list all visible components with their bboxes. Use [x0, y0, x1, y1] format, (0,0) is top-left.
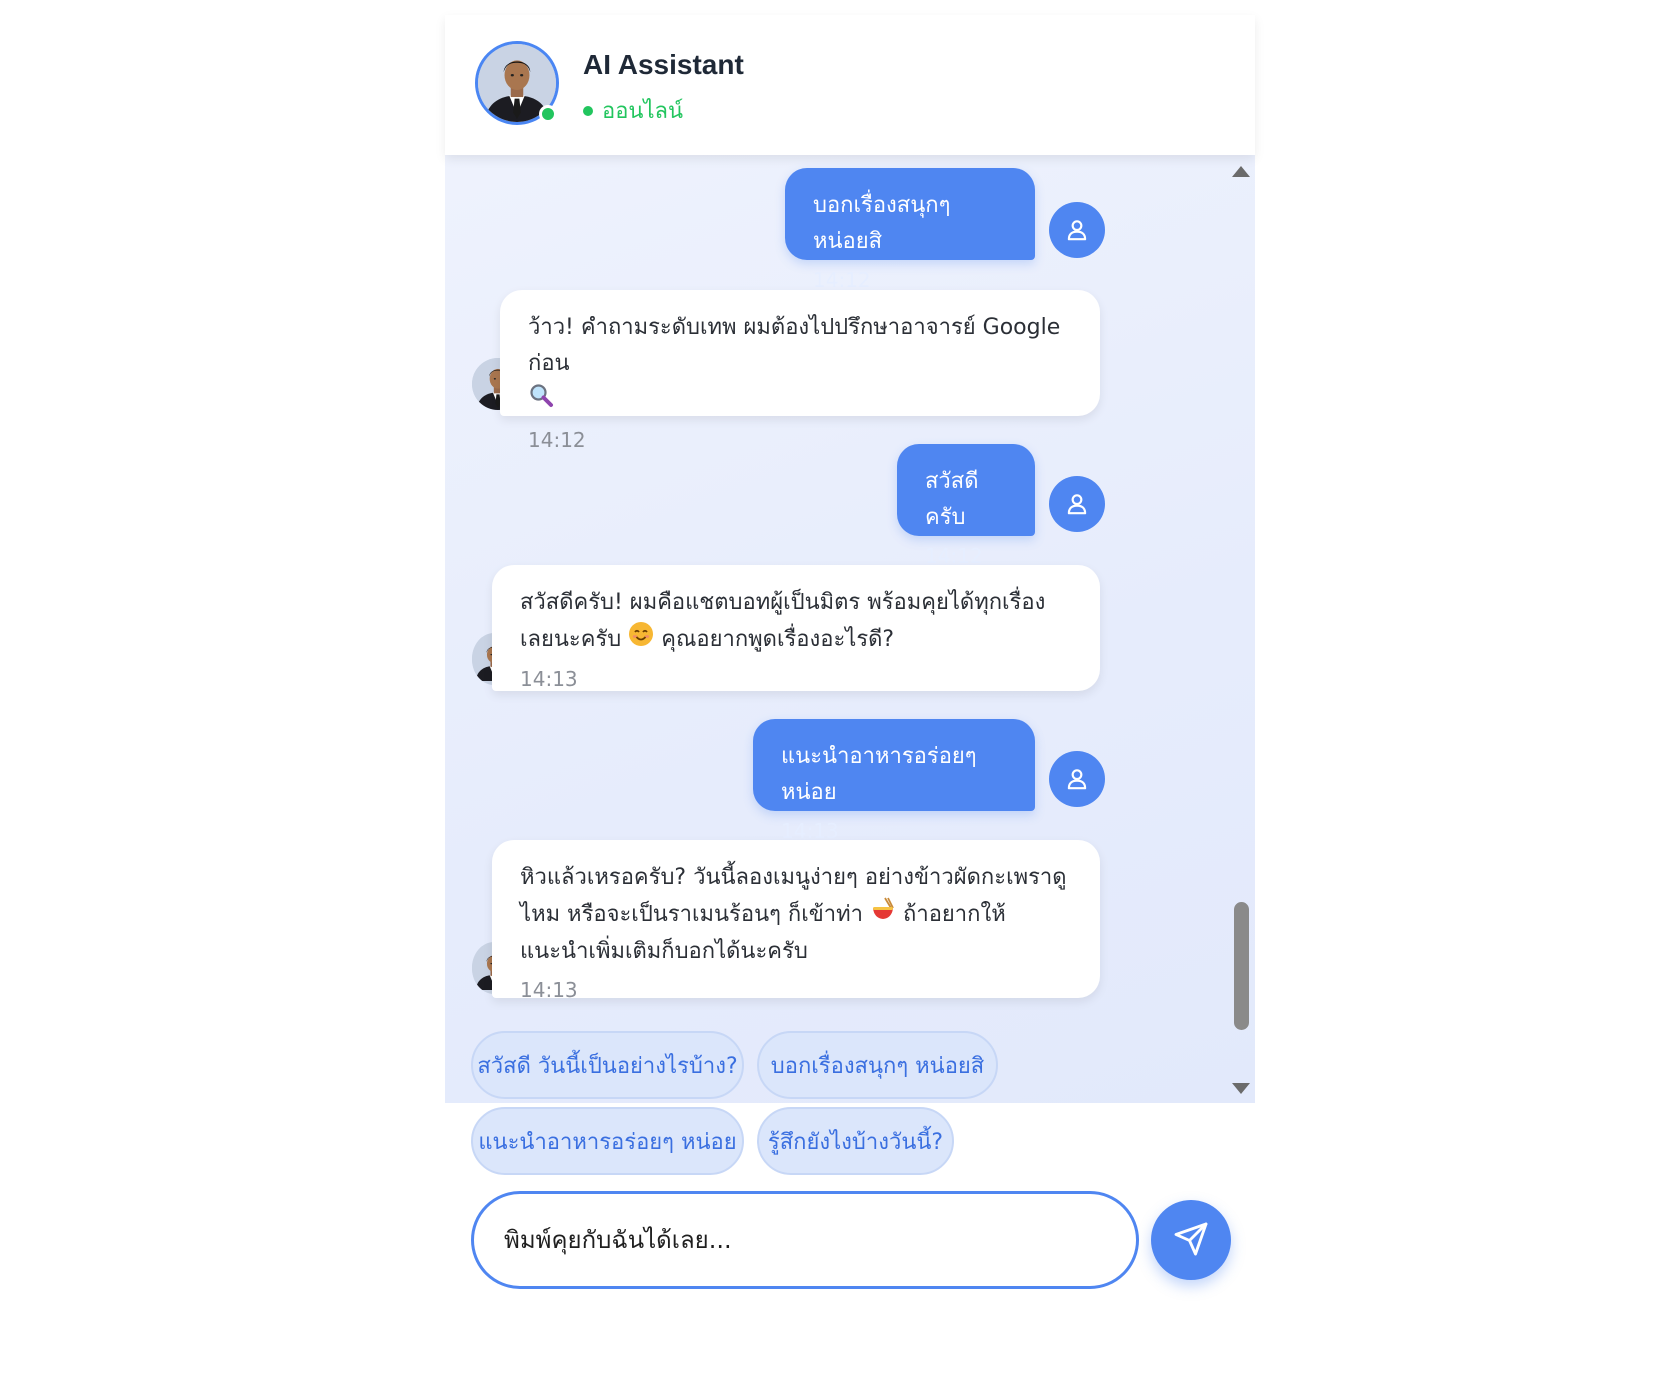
message-text-part: คุณอยากพูดเรื่องอะไรดี? — [661, 627, 895, 652]
scrollbar-thumb[interactable] — [1234, 902, 1249, 1030]
message-text-content: ว้าว! คำถามระดับเทพ ผมต้องไปปรึกษาอาจารย… — [528, 315, 1061, 376]
bot-message-bubble: ว้าว! คำถามระดับเทพ ผมต้องไปปรึกษาอาจารย… — [500, 290, 1100, 452]
status-dot-icon — [583, 105, 593, 116]
paper-plane-icon — [1173, 1221, 1209, 1260]
user-message-bubble: สวัสดีครับ 14:12 — [897, 444, 1035, 568]
chat-window: AI Assistant ออนไลน์ บอกเรื่องสนุกๆ หน่อ… — [445, 15, 1255, 1400]
send-button[interactable] — [1151, 1200, 1231, 1280]
quick-reply-chip[interactable]: สวัสดี วันนี้เป็นอย่างไรบ้าง? — [471, 1031, 744, 1099]
message-list[interactable]: บอกเรื่องสนุกๆ หน่อยสิ 14:12 ว้าว! คำถาม… — [445, 155, 1255, 1103]
online-indicator-icon — [539, 105, 557, 123]
bot-avatar-container — [475, 41, 559, 125]
bot-name: AI Assistant — [583, 49, 744, 80]
message-text: หิวแล้วเหรอครับ? วันนี้ลองเมนูง่ายๆ อย่า… — [520, 860, 1072, 970]
message-time: 14:13 — [520, 978, 578, 1002]
message-text: สวัสดีครับ! ผมคือแชตบอทผู้เป็นมิตร พร้อม… — [520, 585, 1072, 659]
status-text: ออนไลน์ — [602, 99, 684, 124]
bot-message-bubble: หิวแล้วเหรอครับ? วันนี้ลองเมนูง่ายๆ อย่า… — [492, 840, 1100, 1002]
online-status: ออนไลน์ — [583, 93, 683, 128]
smiling-face-icon — [628, 621, 654, 659]
user-message-bubble: บอกเรื่องสนุกๆ หน่อยสิ 14:12 — [785, 168, 1035, 292]
message-input-container[interactable] — [471, 1191, 1139, 1289]
user-avatar-icon — [1049, 751, 1105, 807]
quick-reply-chip[interactable]: บอกเรื่องสนุกๆ หน่อยสิ — [757, 1031, 998, 1099]
message-text: แนะนำอาหารอร่อยๆ หน่อย — [781, 744, 977, 805]
magnifying-glass-icon — [528, 382, 554, 420]
user-avatar-icon — [1049, 476, 1105, 532]
message-input[interactable] — [504, 1216, 1104, 1264]
user-avatar-icon — [1049, 202, 1105, 258]
chat-header: AI Assistant ออนไลน์ — [445, 15, 1255, 155]
message-text: บอกเรื่องสนุกๆ หน่อยสิ — [813, 193, 951, 254]
scroll-down-arrow-icon[interactable] — [1232, 1083, 1250, 1094]
message-time: 14:13 — [520, 667, 578, 691]
quick-reply-chip[interactable]: รู้สึกยังไงบ้างวันนี้? — [757, 1107, 954, 1175]
noodle-bowl-icon — [870, 896, 896, 934]
message-text: ว้าว! คำถามระดับเทพ ผมต้องไปปรึกษาอาจารย… — [528, 310, 1072, 420]
scroll-up-arrow-icon[interactable] — [1232, 166, 1250, 177]
bot-message-bubble: สวัสดีครับ! ผมคือแชตบอทผู้เป็นมิตร พร้อม… — [492, 565, 1100, 691]
user-message-bubble: แนะนำอาหารอร่อยๆ หน่อย 14:13 — [753, 719, 1035, 843]
quick-reply-chip[interactable]: แนะนำอาหารอร่อยๆ หน่อย — [471, 1107, 744, 1175]
message-text: สวัสดีครับ — [925, 469, 979, 530]
